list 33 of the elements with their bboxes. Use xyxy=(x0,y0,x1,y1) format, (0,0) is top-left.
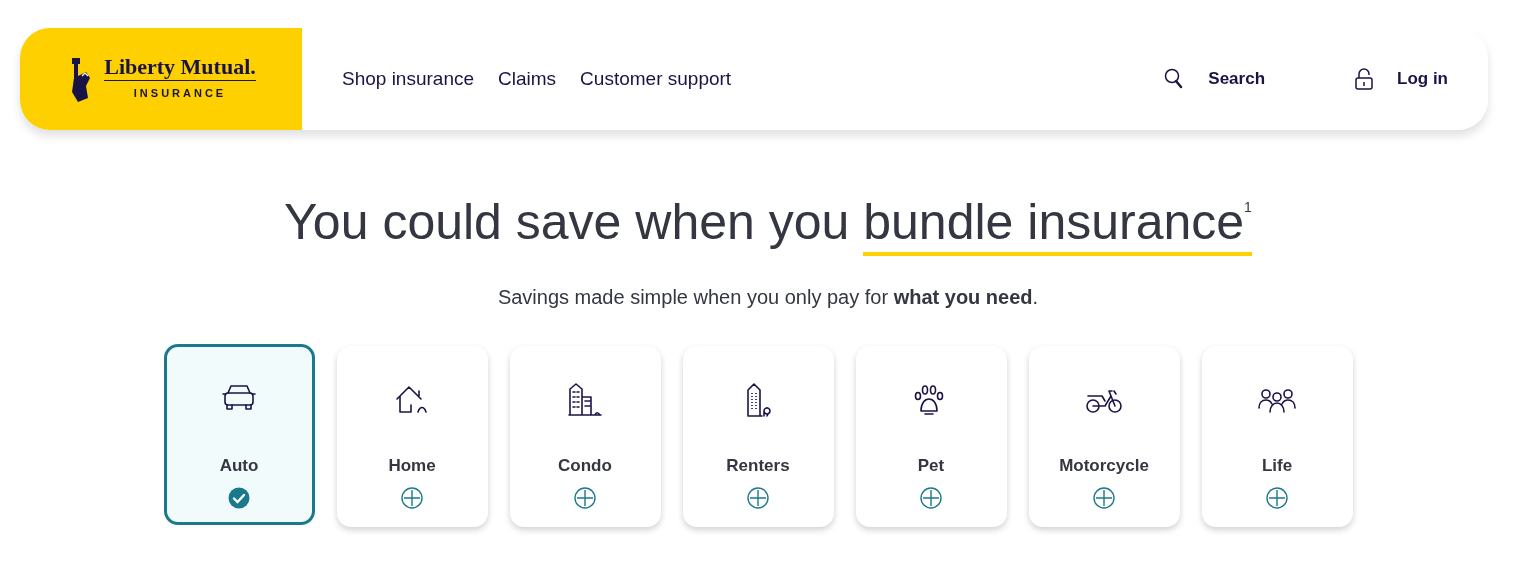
logo-tagline: INSURANCE xyxy=(133,86,227,102)
product-label: Auto xyxy=(219,455,259,477)
product-card[interactable]: Condo xyxy=(509,346,661,527)
search-link[interactable]: Search xyxy=(1164,66,1265,92)
plus-icon xyxy=(920,486,942,509)
product-card[interactable]: Pet xyxy=(855,346,1007,527)
product-card[interactable]: Renters xyxy=(682,346,834,527)
plus-icon xyxy=(1093,486,1115,509)
product-label: Condo xyxy=(558,455,612,477)
product-label: Home xyxy=(388,455,436,477)
logo-panel[interactable]: Liberty Mutual. INSURANCE xyxy=(20,28,302,130)
hero-subtitle: Savings made simple when you only pay for what you need. xyxy=(496,285,1040,310)
product-card[interactable]: Auto xyxy=(163,344,315,525)
plus-icon xyxy=(574,486,596,509)
product-label: Life xyxy=(1261,455,1293,477)
padlock-icon xyxy=(1355,68,1373,90)
buildings-icon xyxy=(565,381,605,419)
nav-link[interactable]: Shop insurance xyxy=(342,64,475,94)
nav-link[interactable]: Customer support xyxy=(580,64,732,94)
logo-wordmark: Liberty Mutual. xyxy=(104,56,256,82)
checkmark-icon xyxy=(228,486,250,509)
product-label: Renters xyxy=(726,455,790,477)
plus-icon xyxy=(747,486,769,509)
nav-link[interactable]: Claims xyxy=(498,64,557,94)
product-card[interactable]: Life xyxy=(1201,346,1353,527)
search-icon xyxy=(1164,68,1185,90)
product-card[interactable]: Motorcycle xyxy=(1028,346,1180,527)
login-link[interactable]: Log in xyxy=(1355,66,1448,92)
plus-icon xyxy=(401,486,423,509)
product-label: Motorcycle xyxy=(1059,455,1149,477)
plus-icon xyxy=(1266,486,1288,509)
product-card[interactable]: Home xyxy=(336,346,488,527)
product-label: Pet xyxy=(917,455,945,477)
